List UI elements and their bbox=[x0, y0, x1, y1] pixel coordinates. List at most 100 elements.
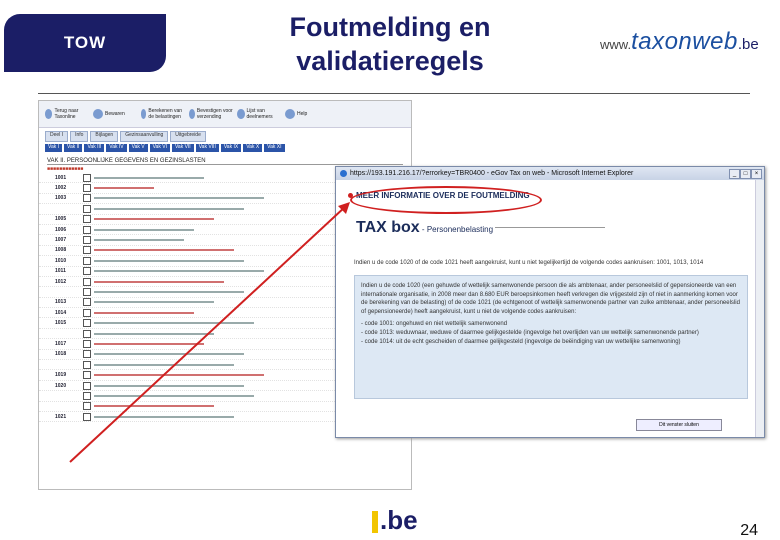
row-checkbox[interactable] bbox=[83, 412, 91, 421]
toolbar-button[interactable]: Lijst van deelnemers bbox=[237, 108, 281, 120]
row-text-placeholder bbox=[94, 290, 244, 293]
row-checkbox[interactable] bbox=[83, 371, 91, 380]
row-checkbox[interactable] bbox=[83, 256, 91, 265]
close-window-button[interactable]: × bbox=[751, 169, 762, 179]
toolbar-button[interactable]: Help bbox=[285, 109, 329, 119]
row-code: 1002 bbox=[55, 185, 67, 192]
row-checkbox[interactable] bbox=[83, 184, 91, 193]
form-subtab[interactable]: Vak IV bbox=[106, 144, 127, 152]
row-checkbox[interactable] bbox=[83, 236, 91, 245]
row-text-placeholder bbox=[94, 207, 244, 210]
form-subtab[interactable]: Vak I bbox=[45, 144, 63, 152]
row-text-placeholder bbox=[94, 187, 154, 190]
form-subtab[interactable]: Vak III bbox=[84, 144, 105, 152]
row-text-placeholder bbox=[94, 197, 264, 200]
row-checkbox[interactable] bbox=[83, 277, 91, 286]
row-checkbox[interactable] bbox=[83, 173, 91, 182]
form-subtab[interactable]: Vak VI bbox=[149, 144, 170, 152]
row-text-placeholder bbox=[94, 176, 204, 179]
info-code-1013: - code 1013: weduwnaar, weduwe of daarme… bbox=[361, 329, 699, 336]
row-code: 1018 bbox=[55, 351, 67, 358]
row-code: 1017 bbox=[55, 340, 67, 347]
tow-badge: TOW bbox=[4, 14, 166, 72]
row-text-placeholder bbox=[94, 218, 214, 221]
toolbar-button[interactable]: Bewaren bbox=[93, 109, 137, 119]
toolbar-icon bbox=[93, 109, 103, 119]
row-text-placeholder bbox=[94, 239, 184, 242]
form-subtab[interactable]: Vak X bbox=[243, 144, 263, 152]
form-tab[interactable]: Bijlagen bbox=[90, 131, 119, 142]
row-code: 1011 bbox=[55, 268, 66, 275]
row-code: 1021 bbox=[55, 413, 67, 420]
row-text-placeholder bbox=[94, 394, 254, 397]
row-checkbox[interactable] bbox=[83, 339, 91, 348]
row-text-placeholder bbox=[94, 353, 244, 356]
row-text-placeholder bbox=[94, 311, 194, 314]
popup-scrollbar[interactable] bbox=[755, 180, 764, 437]
logo-main: taxonweb bbox=[631, 28, 738, 55]
row-checkbox[interactable] bbox=[83, 350, 91, 359]
be-logo: .be bbox=[372, 505, 418, 536]
row-checkbox[interactable] bbox=[83, 194, 91, 203]
form-subtab[interactable]: Vak XI bbox=[264, 144, 285, 152]
info-paragraph: Indien u de code 1020 (een gehuwde of we… bbox=[361, 283, 740, 315]
form-subtab[interactable]: Vak IX bbox=[220, 144, 242, 152]
form-subtab[interactable]: Vak VII bbox=[171, 144, 194, 152]
form-tab[interactable]: Deel I bbox=[45, 131, 69, 142]
row-text-placeholder bbox=[94, 332, 214, 335]
row-text-placeholder bbox=[94, 363, 234, 366]
row-checkbox[interactable] bbox=[83, 402, 91, 411]
close-popup-button[interactable]: Dit venster sluiten bbox=[636, 419, 722, 431]
row-text-placeholder bbox=[94, 322, 254, 325]
form-subtab[interactable]: Vak VIII bbox=[195, 144, 219, 152]
row-text-placeholder bbox=[94, 342, 204, 345]
row-checkbox[interactable] bbox=[83, 225, 91, 234]
popup-intro: Indien u de code 1020 of de code 1021 he… bbox=[354, 260, 704, 266]
row-checkbox[interactable] bbox=[83, 329, 91, 338]
row-checkbox[interactable] bbox=[83, 381, 91, 390]
toolbar-label: Berekenen van de belastingen bbox=[148, 108, 183, 120]
toolbar-icon bbox=[141, 109, 147, 119]
row-checkbox[interactable] bbox=[83, 246, 91, 255]
row-checkbox[interactable] bbox=[83, 308, 91, 317]
header-divider bbox=[38, 93, 750, 94]
toolbar-button[interactable]: Bevestigen voor verzending bbox=[189, 108, 233, 120]
row-checkbox[interactable] bbox=[83, 319, 91, 328]
ie-icon bbox=[340, 170, 347, 177]
row-text-placeholder bbox=[94, 280, 224, 283]
row-text-placeholder bbox=[94, 415, 234, 418]
row-checkbox[interactable] bbox=[83, 360, 91, 369]
page-number: 24 bbox=[740, 522, 758, 539]
row-checkbox[interactable] bbox=[83, 267, 91, 276]
taxonweb-logo: www.taxonweb.be bbox=[600, 28, 759, 56]
row-code: 1003 bbox=[55, 195, 67, 202]
row-code: 1014 bbox=[55, 309, 67, 316]
row-code: 1007 bbox=[55, 237, 67, 244]
form-tab[interactable]: Gezinsaanvulling bbox=[120, 131, 169, 142]
row-text-placeholder bbox=[94, 249, 234, 252]
form-tab[interactable]: Info bbox=[70, 131, 89, 142]
row-checkbox[interactable] bbox=[83, 391, 91, 400]
row-code: 1005 bbox=[55, 216, 67, 223]
row-checkbox[interactable] bbox=[83, 298, 91, 307]
form-subtab[interactable]: Vak II bbox=[64, 144, 83, 152]
toolbar-button[interactable]: Terug naar Taxonline bbox=[45, 108, 89, 120]
toolbar-button[interactable]: Berekenen van de belastingen bbox=[141, 108, 185, 120]
form-subtabs: Vak I Vak II Vak III Vak IV Vak V Vak VI Vak V… bbox=[39, 143, 411, 155]
row-code: 1019 bbox=[55, 372, 67, 379]
row-text-placeholder bbox=[94, 259, 244, 262]
minimize-button[interactable]: _ bbox=[729, 169, 740, 179]
form-subtab[interactable]: Vak V bbox=[128, 144, 148, 152]
row-checkbox[interactable] bbox=[83, 204, 91, 213]
tow-label: TOW bbox=[63, 33, 107, 52]
heading-highlight-ellipse bbox=[350, 186, 542, 214]
maximize-button[interactable]: □ bbox=[740, 169, 751, 179]
toolbar-label: Lijst van deelnemers bbox=[246, 108, 273, 120]
form-tab[interactable]: Uitgebreide bbox=[170, 131, 206, 142]
popup-titlebar[interactable]: https://193.191.216.17/?errorkey=TBR0400… bbox=[336, 167, 764, 180]
popup-window-title: https://193.191.216.17/?errorkey=TBR0400… bbox=[350, 170, 634, 177]
row-checkbox[interactable] bbox=[83, 287, 91, 296]
row-text-placeholder bbox=[94, 270, 264, 273]
info-code-1001: - code 1001: ongehuwd en niet wettelijk … bbox=[361, 321, 508, 328]
row-checkbox[interactable] bbox=[83, 215, 91, 224]
